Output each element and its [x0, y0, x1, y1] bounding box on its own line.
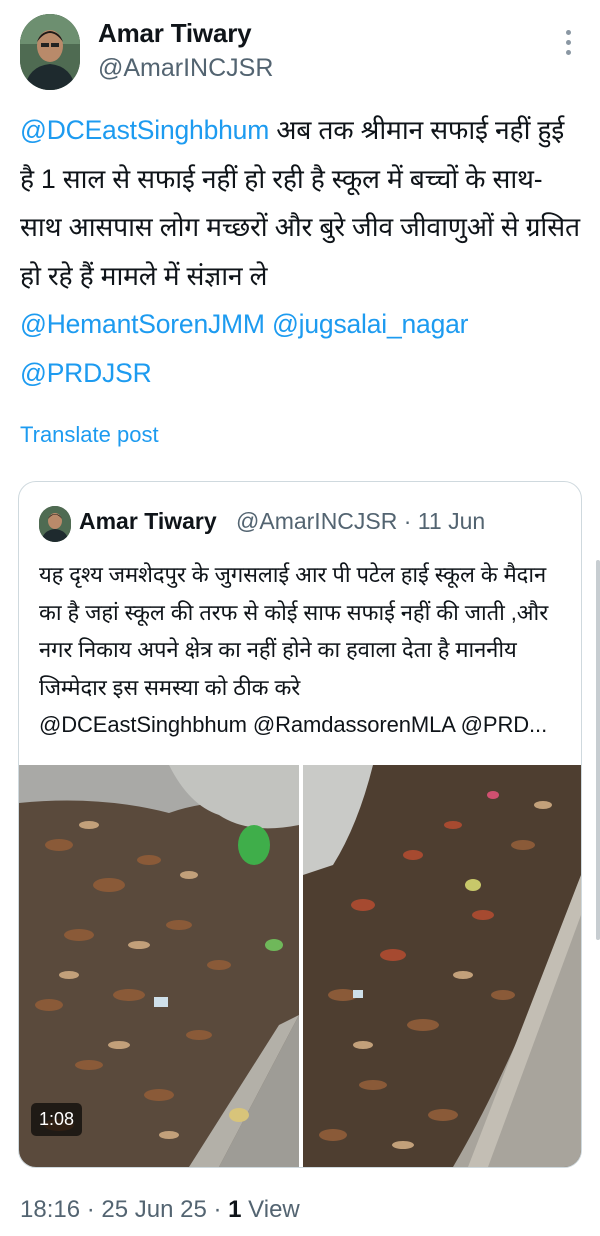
post-meta: 18:16 · 25 Jun 25 · 1 View: [20, 1196, 300, 1224]
quoted-author-avatar: [39, 506, 71, 542]
video-thumbnail[interactable]: 1:08: [19, 765, 299, 1167]
mention-link[interactable]: @DCEastSinghbhum: [20, 115, 269, 145]
view-count: 1: [228, 1196, 242, 1223]
author-avatar[interactable]: [20, 14, 80, 90]
quoted-post-card[interactable]: Amar Tiwary @AmarINCJSR · 11 Jun यह दृश्…: [18, 481, 582, 1168]
mention-link[interactable]: @HemantSorenJMM: [20, 309, 265, 339]
quoted-post-header: Amar Tiwary @AmarINCJSR · 11 Jun: [39, 506, 569, 542]
tweet-header: Amar Tiwary @AmarINCJSR: [20, 14, 580, 92]
author-handle[interactable]: @AmarINCJSR: [98, 54, 273, 83]
views-label: View: [241, 1196, 300, 1223]
quoted-mentions: @DCEastSinghbhum @RamdassorenMLA @PRD...: [39, 712, 548, 737]
more-options-icon[interactable]: [564, 30, 572, 60]
quoted-author-handle-time: @AmarINCJSR · 11 Jun: [236, 508, 486, 534]
video-duration-badge: 1:08: [31, 1103, 83, 1136]
quoted-media[interactable]: 1:08: [19, 765, 581, 1167]
mention-link[interactable]: @jugsalai_nagar: [272, 309, 468, 339]
scrollbar[interactable]: [596, 560, 600, 940]
translate-post-link[interactable]: Translate post: [20, 422, 159, 448]
post-timestamp[interactable]: 18:16 · 25 Jun 25 ·: [20, 1196, 228, 1223]
video-frame[interactable]: [303, 765, 581, 1167]
author-name[interactable]: Amar Tiwary: [98, 18, 252, 49]
quoted-post-text: यह दृश्य जमशेदपुर के जुगसलाई आर पी पटेल …: [39, 556, 569, 744]
tweet-text: @DCEastSinghbhum अब तक श्रीमान सफाई नहीं…: [20, 106, 580, 397]
quoted-body: यह दृश्य जमशेदपुर के जुगसलाई आर पी पटेल …: [39, 562, 549, 700]
mention-link[interactable]: @PRDJSR: [20, 358, 152, 388]
quoted-author-name: Amar Tiwary: [79, 508, 217, 534]
